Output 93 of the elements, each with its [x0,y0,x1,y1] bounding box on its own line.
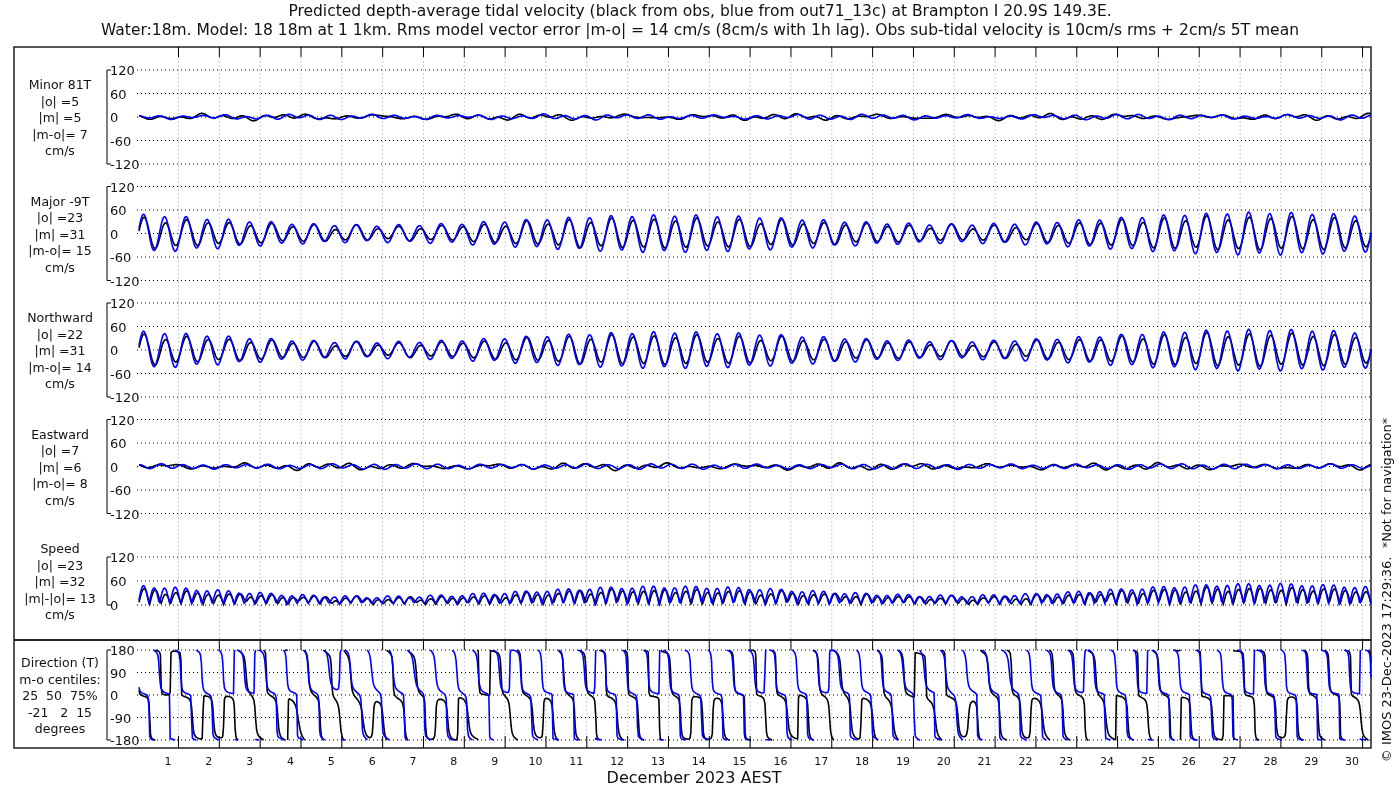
axis-tick-label: -180 [110,733,140,748]
axis-tick-label: 8 [450,755,458,768]
axis-tick-label: 4 [287,755,294,768]
panel-label: Major -9T [30,193,90,209]
axis-tick-label: 14 [691,755,706,768]
y-axis [106,556,112,606]
chart-title: Predicted depth-average tidal velocity (black from obs, blue from out71_13c) at Brampton I 20.9S 149.3E. [288,2,1112,20]
axis-tick-label: -120 [110,273,140,289]
axis-tick-label: 60 [110,203,127,218]
panel-label: cm/s [45,492,75,508]
panel-label: |o| =22 [36,326,84,342]
panel-label: 25 50 75% [22,688,98,703]
panel-label: cm/s [45,259,75,275]
axis-tick-label: 0 [110,459,119,475]
panel-label: |m-o|= 8 [32,476,88,491]
copyright-note: © IMOS 23-Dec-2023 17:29:36. *Not for navigation* [1379,417,1394,763]
axis-tick-label: 60 [110,86,127,102]
axis-tick-label: 9 [491,755,499,768]
panel-label: Direction (T) [21,655,99,670]
axis-tick-label: 0 [110,343,119,358]
panel-label: m-o centiles: [19,671,101,687]
chart-title: Water:18m. Model: 18 18m at 1 1km. Rms model vector error |m-o| = 14 cm/s (8cm/s with 1h lag). Obs sub-tidal velocity is 10cm/s rms + 2cm/s 5T mean [101,21,1299,39]
panel-label: Minor 81T [28,77,92,92]
axis-tick-label: -60 [110,483,132,498]
axis-tick-label: 0 [110,688,119,703]
axis-tick-label: -120 [110,157,140,172]
axis-tick-label: 11 [569,755,584,768]
axis-tick-label: -60 [110,133,132,149]
axis-tick-label: 22 [1018,755,1033,768]
axis-tick-label: 19 [895,755,910,768]
axis-tick-label: 120 [110,179,135,195]
axis-tick-label: 20 [936,755,951,768]
panel-label: |m|-|o|= 13 [24,590,96,606]
panel-label: |m| =32 [34,574,86,589]
axis-tick-label: -90 [110,710,132,726]
axis-tick-label: 5 [327,755,335,768]
panel-label: |m| =5 [38,110,82,125]
axis-tick-label: 120 [110,63,135,78]
axis-tick-label: 18 [855,755,870,768]
axis-tick-label: 90 [110,665,127,681]
panel-label: cm/s [45,376,75,391]
axis-tick-label: 120 [110,412,135,428]
axis-tick-label: 26 [1181,755,1196,768]
axis-tick-label: -120 [110,506,140,522]
panel-label: Eastward [31,426,89,442]
panel-label: |m| =6 [38,459,82,475]
axis-tick-label: -120 [110,390,140,405]
panel-label: |m| =31 [34,343,86,358]
panel-label: Northward [27,310,93,325]
axis-tick-label: 13 [650,755,665,768]
panel-label: cm/s [45,143,75,158]
axis-tick-label: -60 [110,250,132,265]
panel-label: |o| =5 [40,93,80,109]
panel-label: |o| =23 [36,210,84,225]
axis-tick-label: 17 [814,755,829,768]
panel-label: degrees [34,721,86,736]
axis-tick-label: 16 [773,755,788,768]
axis-tick-label: 29 [1304,755,1319,768]
axis-label: December 2023 AEST [606,768,782,787]
axis-tick-label: 60 [110,436,127,451]
axis-tick-label: 10 [528,755,543,768]
axis-tick-label: 0 [110,110,119,125]
axis-tick-label: 60 [110,574,127,589]
axis-tick-label: 1 [164,755,172,768]
axis-tick-label: 6 [368,755,376,768]
panel-label: |m| =31 [34,226,86,242]
panel-label: |m-o|= 14 [28,359,92,375]
axis-tick-label: 27 [1222,755,1237,768]
panel-label: |m-o|= 7 [32,126,88,142]
axis-tick-label: 28 [1263,755,1278,768]
axis-tick-label: 12 [610,755,625,768]
axis-tick-label: 60 [110,319,127,335]
axis-tick-label: 15 [732,755,747,768]
axis-tick-label: 0 [110,226,119,242]
panel-label: -21 2 15 [27,704,93,720]
axis-tick-label: 23 [1059,755,1074,768]
axis-tick-label: 21 [977,755,992,768]
axis-tick-label: 120 [110,550,135,565]
panel-label: cm/s [45,607,75,622]
panel-label: |m-o|= 15 [28,243,92,258]
axis-tick-label: 25 [1140,755,1155,768]
axis-tick-label: 3 [246,755,254,768]
axis-tick-label: 2 [205,755,213,768]
axis-tick-label: -60 [110,366,132,382]
panel-label: |o| =23 [36,557,84,573]
panel-label: Speed [40,541,80,556]
axis-tick-label: 0 [110,598,119,613]
axis-tick-label: 120 [110,296,135,311]
axis-tick-label: 30 [1345,755,1360,768]
panel-label: |o| =7 [40,443,80,458]
axis-tick-label: 7 [409,755,417,768]
axis-tick-label: 180 [110,643,135,658]
axis-tick-label: 24 [1100,755,1115,768]
